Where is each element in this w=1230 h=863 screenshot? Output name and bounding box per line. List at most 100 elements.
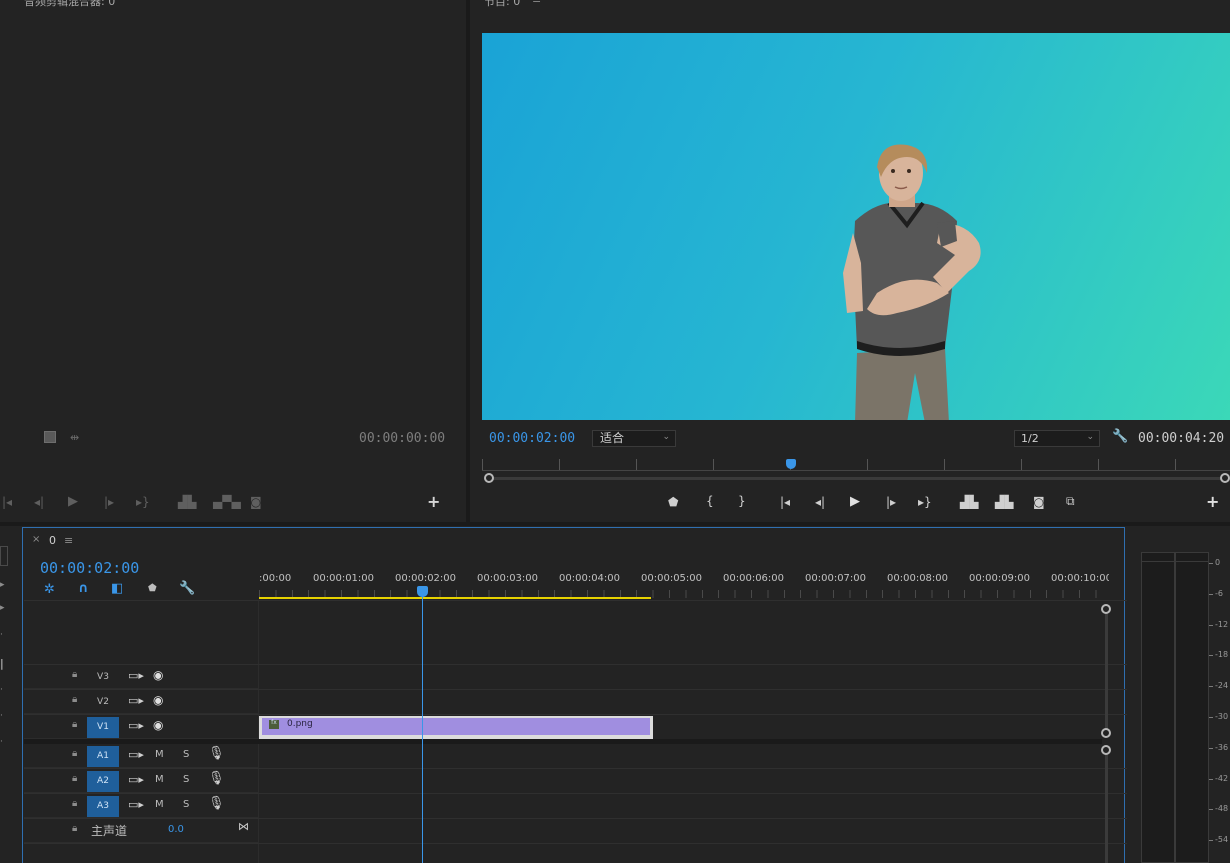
track-name-a2[interactable]: A2 <box>87 771 119 792</box>
video-scroll-handle-top[interactable] <box>1101 604 1111 614</box>
step-forward-icon[interactable]: |▸ <box>886 496 896 508</box>
film-icon[interactable] <box>44 431 56 443</box>
sync-lock-icon[interactable]: ▭▸ <box>128 670 144 681</box>
snap-magnet-icon[interactable]: ∩ <box>78 582 89 595</box>
horizontal-divider[interactable] <box>0 522 1230 526</box>
sync-lock-icon[interactable]: ▭▸ <box>128 799 144 810</box>
track-name-v1[interactable]: V1 <box>87 717 119 738</box>
source-timecode[interactable]: 00:00:00:00 <box>359 431 445 446</box>
wrench-icon[interactable]: 🔧 <box>1112 430 1128 443</box>
step-forward-icon[interactable]: |▸ <box>104 496 114 508</box>
program-duration-timecode: 00:00:04:20 <box>1138 431 1225 446</box>
lock-icon[interactable]: 🔒︎ <box>72 720 77 730</box>
step-back-icon[interactable]: ◂| <box>815 496 825 508</box>
play-icon[interactable]: ▶ <box>850 495 860 508</box>
solo-button[interactable]: S <box>183 749 189 760</box>
step-back-icon[interactable]: ◂| <box>34 496 44 508</box>
lift-icon[interactable]: ▟▙ <box>960 496 978 508</box>
lock-icon[interactable]: 🔒︎ <box>72 670 77 680</box>
lock-icon[interactable]: 🔒︎ <box>72 749 77 759</box>
sync-lock-icon[interactable]: ▭▸ <box>128 774 144 785</box>
timeline-timecode[interactable]: 00:00:02:00 <box>40 559 139 577</box>
panel-menu-icon[interactable]: ≡ <box>532 0 541 5</box>
go-to-edit-icon[interactable]: ⋈ <box>238 821 249 832</box>
microphone-icon[interactable]: 🎙︎ <box>208 747 225 760</box>
playhead-line[interactable] <box>422 596 423 863</box>
panel-menu-icon[interactable]: ≡ <box>64 535 73 546</box>
go-to-in-icon[interactable]: |◂ <box>2 496 12 508</box>
pen-tool-icon[interactable]: · <box>0 686 3 695</box>
lock-icon[interactable]: 🔒︎ <box>72 824 77 834</box>
mute-button[interactable]: M <box>155 749 164 760</box>
solo-button[interactable]: S <box>183 799 189 810</box>
sync-lock-icon[interactable]: ▭▸ <box>128 695 144 706</box>
ruler-label: 00:00:06:00 <box>723 573 785 584</box>
track-a3: 🔒︎ A3 ▭▸ M S 🎙︎ <box>24 794 259 818</box>
video-track-scrollbar[interactable] <box>1105 612 1108 732</box>
program-current-timecode[interactable]: 00:00:02:00 <box>489 431 575 446</box>
program-mini-ruler[interactable] <box>482 459 1230 471</box>
close-tab-icon[interactable]: × <box>32 535 40 545</box>
lock-icon[interactable]: 🔒︎ <box>72 799 77 809</box>
camera-icon[interactable]: ◙ <box>250 496 262 508</box>
meter-label: -54 <box>1208 835 1229 845</box>
eye-icon[interactable]: ◉ <box>153 669 163 681</box>
work-area-bar[interactable] <box>259 597 651 599</box>
track-select-icon[interactable]: ▸ <box>0 581 5 590</box>
eye-icon[interactable]: ◉ <box>153 719 163 731</box>
microphone-icon[interactable]: 🎙︎ <box>208 797 225 810</box>
sync-lock-icon[interactable]: ▭▸ <box>128 749 144 760</box>
extract-icon[interactable]: ▟▙ <box>995 496 1013 508</box>
go-to-out-icon[interactable]: ▸} <box>918 496 932 508</box>
text-tool-icon[interactable]: · <box>0 738 3 747</box>
sync-lock-icon[interactable]: ▭▸ <box>128 720 144 731</box>
scroll-handle-left[interactable] <box>484 473 494 483</box>
go-to-out-icon[interactable]: ▸} <box>136 496 150 508</box>
lock-icon[interactable]: 🔒︎ <box>72 695 77 705</box>
ruler-label: 00:00:05:00 <box>641 573 703 584</box>
timeline-tab-name[interactable]: 0 <box>49 534 56 547</box>
audio-track-scrollbar[interactable] <box>1105 752 1108 863</box>
add-marker-icon[interactable]: ⬟ <box>148 584 157 594</box>
overwrite-icon[interactable]: ▄▀▄ <box>213 496 241 508</box>
selection-tool-icon[interactable] <box>0 546 8 566</box>
camera-icon[interactable]: ◙ <box>1033 496 1045 508</box>
ripple-tool-icon[interactable]: ▸ <box>0 604 5 613</box>
add-button-icon[interactable]: + <box>1206 494 1219 510</box>
wrench-icon[interactable]: 🔧 <box>179 582 195 595</box>
eye-icon[interactable]: ◉ <box>153 694 163 706</box>
audio-waveform-icon[interactable]: ⇹ <box>70 432 79 443</box>
solo-button[interactable]: S <box>183 774 189 785</box>
lock-icon[interactable]: 🔒︎ <box>72 774 77 784</box>
go-to-in-icon[interactable]: |◂ <box>780 496 790 508</box>
insert-icon[interactable]: ▟▙ <box>178 496 196 508</box>
linked-selection-icon[interactable]: ◧ <box>111 582 123 595</box>
meter-label: -42 <box>1208 773 1229 783</box>
compare-icon[interactable]: ⧉ <box>1066 495 1075 507</box>
microphone-icon[interactable]: 🎙︎ <box>208 772 225 785</box>
zoom-select[interactable]: 适合 ⌄ <box>592 430 676 447</box>
program-scrollbar[interactable] <box>488 477 1226 480</box>
track-name-a1[interactable]: A1 <box>87 746 119 767</box>
mark-out-icon[interactable]: } <box>738 495 746 507</box>
play-icon[interactable]: ▶ <box>68 495 78 508</box>
resolution-select[interactable]: 1/2 ⌄ <box>1014 430 1100 447</box>
program-playhead[interactable] <box>786 459 796 469</box>
mark-in-icon[interactable]: { <box>706 495 714 507</box>
hand-tool-icon[interactable]: · <box>0 712 3 721</box>
mute-button[interactable]: M <box>155 774 164 785</box>
video-scroll-handle-bottom[interactable] <box>1101 728 1111 738</box>
timeline-clip[interactable]: fx 0.png <box>259 716 653 739</box>
track-name-a3[interactable]: A3 <box>87 796 119 817</box>
mute-button[interactable]: M <box>155 799 164 810</box>
master-volume-value[interactable]: 0.0 <box>168 824 184 835</box>
razor-tool-icon[interactable]: · <box>0 631 3 640</box>
add-button-icon[interactable]: + <box>427 494 440 510</box>
slip-tool-icon[interactable]: | <box>0 658 4 669</box>
audio-scroll-handle-top[interactable] <box>1101 745 1111 755</box>
track-name-v3[interactable]: V3 <box>87 667 119 688</box>
scroll-handle-right[interactable] <box>1220 473 1230 483</box>
add-marker-icon[interactable]: ⬟ <box>668 496 678 508</box>
track-name-v2[interactable]: V2 <box>87 692 119 713</box>
nest-sequence-icon[interactable]: ✲ <box>44 583 55 596</box>
